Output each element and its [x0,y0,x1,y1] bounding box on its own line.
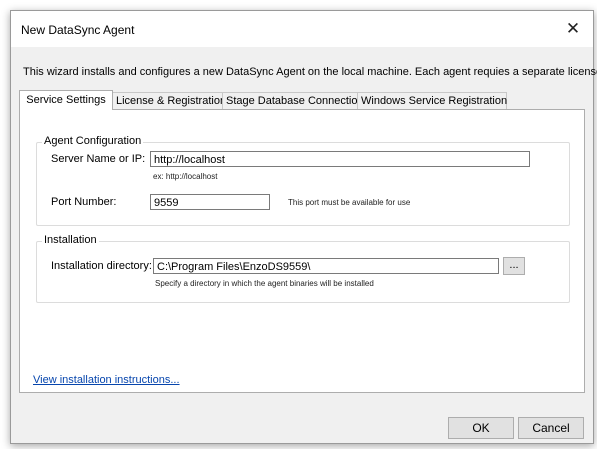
tab-license-registration[interactable]: License & Registration [112,92,226,109]
cancel-button[interactable]: Cancel [518,417,584,439]
tab-service-settings[interactable]: Service Settings [19,90,113,110]
port-number-input[interactable]: 9559 [150,194,270,210]
view-instructions-link[interactable]: View installation instructions... [33,374,180,386]
browse-button[interactable]: ... [503,257,525,275]
server-name-input[interactable]: http://localhost [150,151,530,167]
port-number-hint: This port must be available for use [288,198,411,207]
window-title: New DataSync Agent [21,23,135,37]
server-name-hint: ex: http://localhost [153,172,218,181]
dialog-window: New DataSync Agent ✕ This wizard install… [10,10,597,444]
agent-configuration-label: Agent Configuration [42,135,144,147]
ok-button[interactable]: OK [448,417,514,439]
intro-text: This wizard installs and configures a ne… [23,66,597,78]
title-bar: New DataSync Agent ✕ [11,11,593,47]
installation-directory-hint: Specify a directory in which the agent b… [155,279,374,288]
installation-directory-label: Installation directory: [51,260,152,272]
installation-label: Installation [42,234,99,246]
tab-windows-service-registration[interactable]: Windows Service Registration [357,92,507,109]
port-number-label: Port Number: [51,196,117,208]
close-icon[interactable]: ✕ [553,11,593,47]
server-name-label: Server Name or IP: [51,153,146,165]
tab-stage-database-connection[interactable]: Stage Database Connection [222,92,364,109]
agent-configuration-group: Agent Configuration Server Name or IP: h… [36,135,570,226]
installation-directory-input[interactable]: C:\Program Files\EnzoDS9559\ [153,258,499,274]
installation-group: Installation Installation directory: C:\… [36,234,570,303]
service-settings-panel: Agent Configuration Server Name or IP: h… [19,109,585,393]
